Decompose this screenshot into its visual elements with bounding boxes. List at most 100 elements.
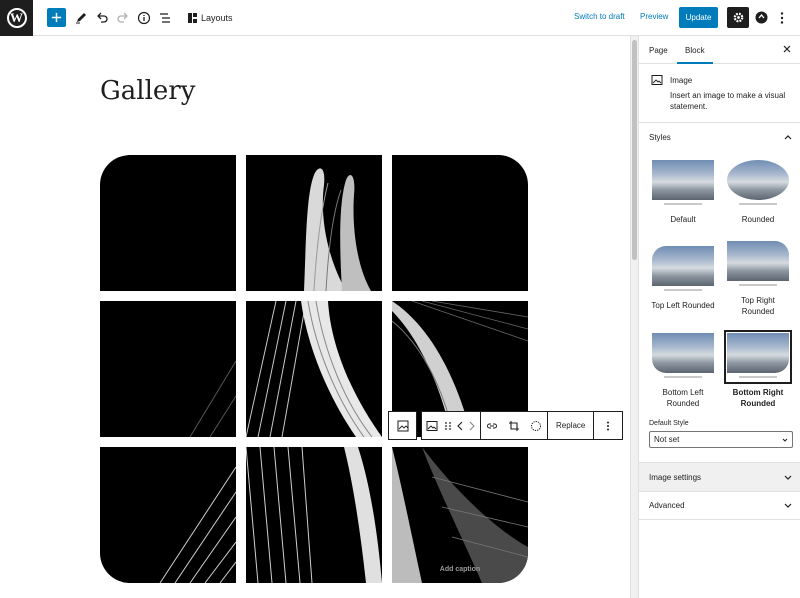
chevron-down-icon [782, 438, 788, 442]
image-icon [651, 75, 663, 85]
style-option-label: Top Right Rounded [741, 296, 775, 316]
plugin-extension-icon[interactable] [754, 10, 769, 25]
close-icon[interactable] [782, 44, 792, 54]
panel-divider [639, 122, 800, 123]
style-option-rounded[interactable]: Rounded [724, 160, 792, 225]
link-button[interactable] [481, 412, 503, 439]
panel-divider [639, 491, 800, 492]
style-preview [652, 246, 714, 294]
replace-button[interactable]: Replace [548, 412, 593, 439]
image-settings-panel-title: Image settings [649, 473, 702, 482]
drag-handle[interactable] [442, 412, 454, 439]
duotone-icon [531, 420, 541, 431]
link-icon [487, 423, 497, 428]
image-settings-panel-header[interactable]: Image settings [639, 463, 800, 491]
top-toolbar: W Layouts Switch to draft Preview Update [0, 0, 800, 36]
drag-handle-icon [445, 421, 451, 430]
block-card-description: Insert an image to make a visual stateme… [670, 91, 786, 111]
crop-icon [509, 420, 519, 431]
settings-button[interactable] [727, 7, 749, 28]
switch-to-draft-button[interactable]: Switch to draft [574, 12, 625, 21]
block-options-button[interactable] [594, 412, 622, 439]
redo-icon [117, 12, 128, 23]
gallery-tile [392, 155, 528, 291]
undo-icon [97, 12, 108, 23]
style-option-label: Bottom Right Rounded [732, 388, 784, 408]
canvas-scrollbar[interactable] [630, 36, 638, 598]
gallery-icon [397, 420, 408, 431]
block-toolbar: Replace [388, 411, 624, 440]
block-type-button[interactable] [422, 412, 442, 439]
undo-button[interactable] [94, 8, 110, 28]
pencil-icon [76, 13, 86, 24]
info-icon [137, 11, 151, 25]
tools-button[interactable] [73, 8, 89, 28]
tab-page[interactable]: Page [649, 46, 668, 55]
crop-button[interactable] [503, 412, 525, 439]
gallery-tile [100, 155, 236, 291]
editor-app: W Layouts Switch to draft Preview Update… [0, 0, 800, 598]
advanced-panel-title: Advanced [649, 501, 685, 510]
default-style-value: Not set [654, 435, 680, 444]
select-parent-button[interactable] [389, 412, 416, 439]
details-button[interactable] [136, 8, 152, 28]
layouts-label: Layouts [201, 13, 233, 23]
image-icon [426, 420, 438, 431]
update-button[interactable]: Update [679, 7, 718, 28]
gallery-tile [246, 447, 382, 583]
style-preview [652, 160, 714, 208]
wordpress-logo-button[interactable]: W [0, 0, 33, 36]
gallery-tile [246, 155, 382, 291]
caption-placeholder[interactable]: Add caption [392, 566, 528, 573]
gallery-tile [392, 447, 528, 583]
style-option-default[interactable]: Default [649, 160, 717, 225]
more-options-icon[interactable] [777, 11, 787, 25]
styles-panel-title: Styles [649, 133, 671, 142]
redo-button[interactable] [115, 8, 131, 28]
parent-selector-group [388, 411, 417, 440]
duotone-button[interactable] [525, 412, 547, 439]
wordpress-logo-icon: W [6, 8, 27, 28]
block-card-title: Image [670, 76, 693, 85]
panel-divider [639, 519, 800, 520]
style-option-label: Default [670, 215, 696, 224]
tab-block[interactable]: Block [677, 46, 712, 64]
preview-button[interactable]: Preview [640, 12, 668, 21]
style-option-bottom-left-rounded[interactable]: Bottom Left Rounded [649, 333, 717, 409]
style-option-label: Rounded [741, 215, 775, 224]
style-option-label: Top Left Rounded [651, 301, 715, 310]
chevron-up-icon [784, 135, 792, 140]
add-block-button[interactable] [47, 8, 66, 27]
style-preview [727, 241, 789, 289]
style-option-top-right-rounded[interactable]: Top Right Rounded [724, 241, 792, 317]
page-title[interactable]: Gallery [100, 76, 195, 106]
move-left-button[interactable] [454, 412, 466, 439]
chevron-down-icon [784, 475, 792, 480]
default-style-label: Default Style [649, 420, 689, 427]
layouts-button[interactable]: Layouts [188, 8, 233, 28]
style-option-bottom-right-rounded[interactable]: Bottom Right Rounded [724, 330, 792, 409]
chevron-right-icon [469, 421, 475, 430]
chevron-down-icon [784, 503, 792, 508]
move-right-button[interactable] [466, 412, 478, 439]
style-preview-selected [724, 330, 792, 384]
more-vertical-icon [607, 421, 610, 430]
style-option-label: Bottom Left Rounded [662, 388, 704, 408]
block-controls-group: Replace [421, 411, 624, 440]
style-option-top-left-rounded[interactable]: Top Left Rounded [649, 246, 717, 311]
gallery-tile [100, 301, 236, 437]
style-preview [727, 160, 789, 208]
gear-icon [733, 12, 743, 23]
style-preview [652, 333, 714, 381]
layouts-icon [188, 13, 197, 23]
gallery-tile [246, 301, 382, 437]
list-view-button[interactable] [157, 8, 173, 28]
gallery-image-block[interactable]: Add caption [100, 155, 528, 583]
sidebar-tabs: Page Block [639, 36, 800, 64]
editor-canvas: Gallery Add caption Replace [0, 36, 630, 598]
default-style-select[interactable]: Not set [649, 431, 793, 448]
scrollbar-thumb[interactable] [632, 40, 637, 260]
plus-icon [51, 12, 62, 23]
chevron-left-icon [457, 421, 463, 430]
settings-sidebar: Page Block Image Insert an image to make… [638, 36, 800, 598]
